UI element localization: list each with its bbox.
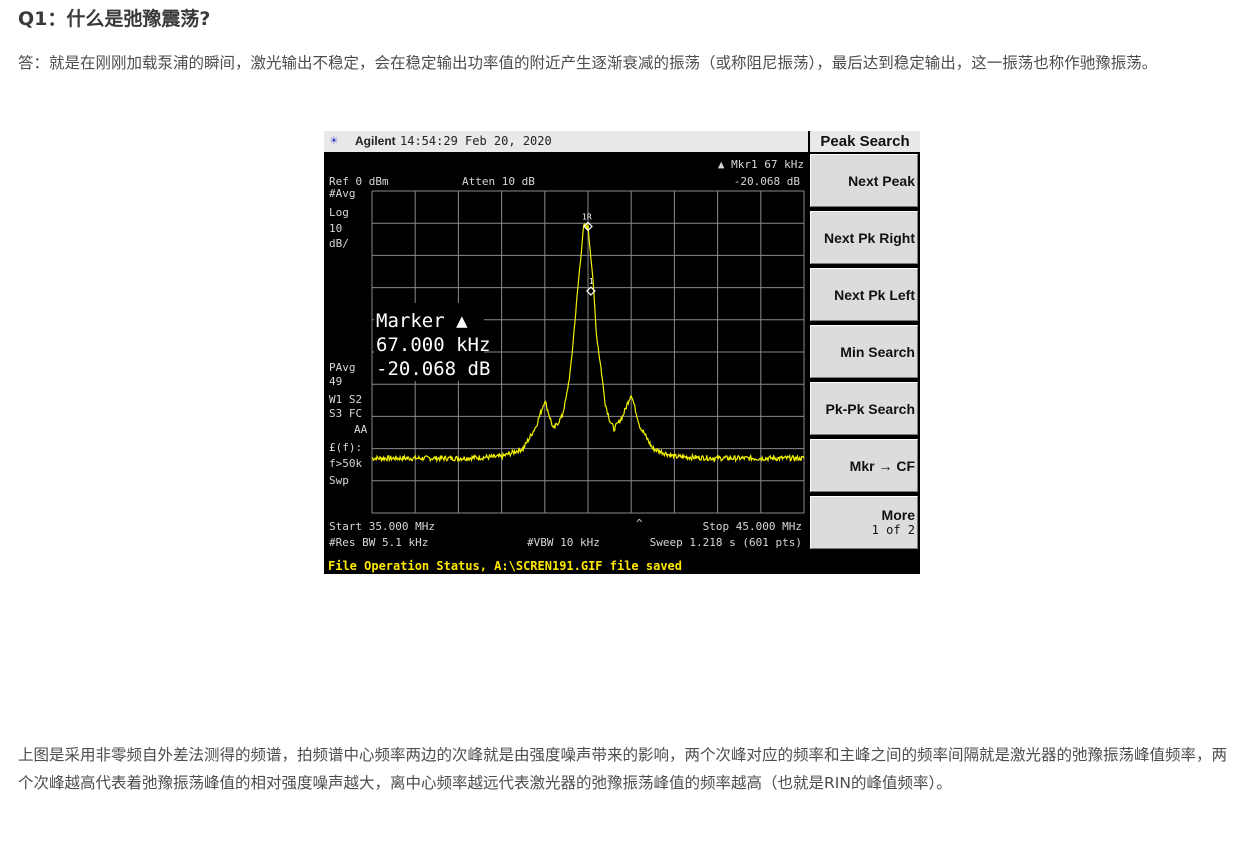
marker-box-freq: 67.000 kHz [376, 334, 490, 356]
analyzer-title-bar: ☀ Agilent 14:54:29 Feb 20, 2020 [324, 131, 808, 152]
trace-mode-label-3: AA [354, 423, 368, 436]
atten-label: Atten 10 dB [462, 175, 535, 188]
sweep-mode-label: Swp [329, 474, 349, 487]
analyzer-display: Ref 0 dBm #Avg Log 10 dB/ PAvg 49 W1 S2 … [324, 153, 808, 557]
answer-paragraph: 答：就是在刚刚加载泵浦的瞬间，激光输出不稳定，会在稳定输出功率值的附近产生逐渐衰… [18, 54, 1158, 72]
marker-readout-freq: ▲ Mkr1 67 kHz [718, 158, 804, 171]
correction-label: £(f): [329, 441, 362, 454]
softkey-next-pk-left[interactable]: Next Pk Left [810, 268, 918, 321]
file-status-bar: File Operation Status, A:\SCREN191.GIF f… [324, 559, 920, 574]
spectrum-chart: Ref 0 dBm #Avg Log 10 dB/ PAvg 49 W1 S2 … [329, 158, 805, 549]
marker-box-title: Marker ▲ [376, 310, 468, 332]
trace-mode-label-2: S3 FC [329, 407, 362, 420]
page-heading: Q1：什么是弛豫震荡? [18, 8, 211, 30]
explanation-paragraph: 上图是采用非零频自外差法测得的频谱，拍频谱中心频率两边的次峰就是由强度噪声带来的… [18, 746, 1228, 792]
marker-label: 1R [582, 212, 592, 221]
pavg-label: PAvg [329, 361, 356, 374]
softkey-min-search[interactable]: Min Search [810, 325, 918, 378]
softkey-pk-pk-search[interactable]: Pk-Pk Search [810, 382, 918, 435]
stop-freq-label: Stop 45.000 MHz [703, 520, 802, 533]
brand-label: Agilent [355, 134, 396, 148]
spectrum-analyzer-screenshot: ☀ Agilent 14:54:29 Feb 20, 2020 Peak Sea… [324, 131, 920, 574]
softkey-label: More [881, 506, 915, 523]
scale-value-label: 10 [329, 222, 342, 235]
softkey-label: Next Peak [848, 172, 915, 189]
softkey-label: Min Search [840, 343, 915, 360]
softkey-next-peak[interactable]: Next Peak [810, 154, 918, 207]
softkey-mkr-to-cf[interactable]: Mkr → CF [810, 439, 918, 492]
softkey-label: Next Pk Left [834, 286, 915, 303]
softkey-more[interactable]: More 1 of 2 [810, 496, 918, 549]
menu-title: Peak Search [810, 131, 920, 152]
sweep-label: Sweep 1.218 s (601 pts) [650, 536, 802, 549]
start-freq-label: Start 35.000 MHz [329, 520, 435, 533]
softkey-label: Next Pk Right [823, 229, 915, 246]
vbw-label: #VBW 10 kHz [527, 536, 600, 549]
marker-readout-level: -20.068 dB [734, 175, 801, 188]
agilent-logo-icon: ☀ [330, 134, 338, 149]
marker-box-level: -20.068 dB [376, 358, 490, 380]
trace-mode-label: W1 S2 [329, 393, 362, 406]
res-bw-label: #Res BW 5.1 kHz [329, 536, 428, 549]
scale-type-label: Log [329, 206, 349, 219]
center-caret: ^ [636, 517, 643, 530]
scale-unit-label: dB/ [329, 237, 349, 250]
softkey-next-pk-right[interactable]: Next Pk Right [810, 211, 918, 264]
softkey-label: Mkr → CF [849, 457, 915, 474]
marker-label: 1 [589, 277, 594, 286]
datetime-label: 14:54:29 Feb 20, 2020 [400, 134, 552, 148]
softkey-label: Pk-Pk Search [825, 400, 916, 417]
avg-label: #Avg [329, 187, 356, 200]
softkey-sublabel: 1 of 2 [871, 522, 915, 537]
freq-condition-label: f>50k [329, 457, 362, 470]
pavg-count-label: 49 [329, 375, 342, 388]
